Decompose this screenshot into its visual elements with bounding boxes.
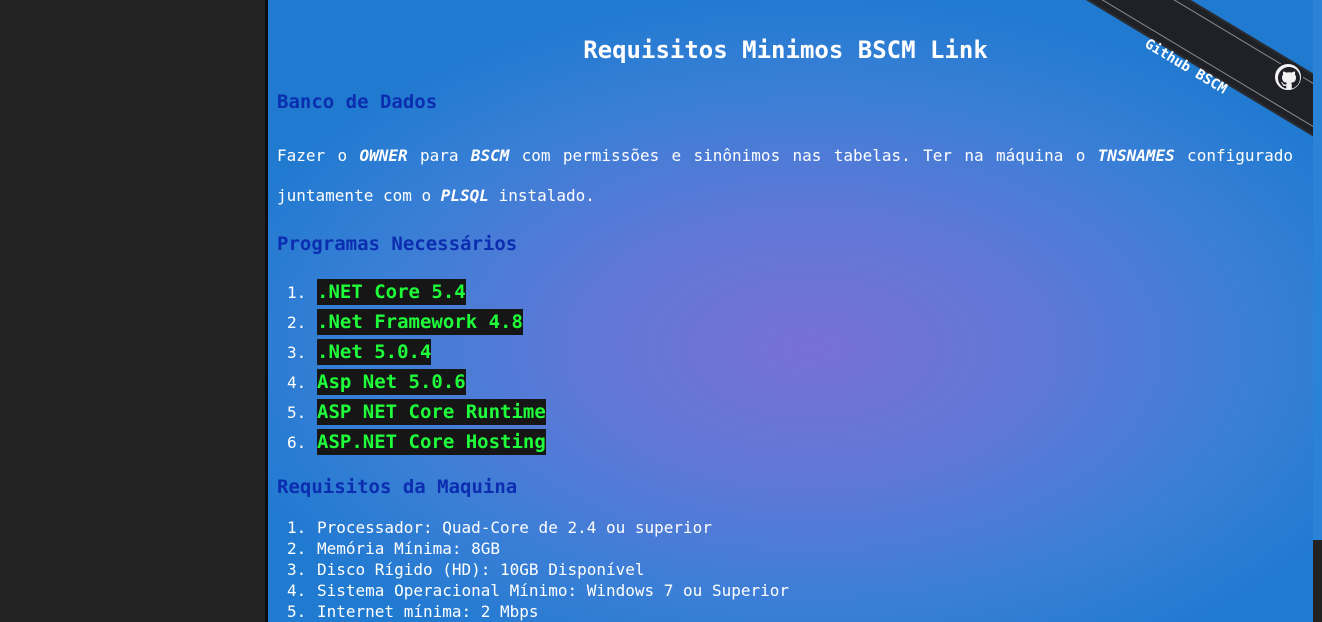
list-item: 5. Internet mínima: 2 Mbps: [277, 601, 789, 622]
item-number: 5.: [287, 402, 307, 422]
programs-list: 1. .NET Core 5.4 2. .Net Framework 4.8 3..…: [277, 277, 546, 457]
list-item: 2. .Net Framework 4.8: [277, 307, 546, 337]
item-number: 3.: [287, 560, 307, 579]
para-text: para: [407, 146, 471, 165]
page-title: Requisitos Minimos BSCM Link: [583, 36, 988, 64]
list-item: 1. Processador: Quad-Core de 2.4 ou super…: [277, 517, 789, 538]
list-item: 4. Sistema Operacional Mínimo: Windows 7 …: [277, 580, 789, 601]
program-label: .NET Core 5.4: [317, 279, 466, 305]
requirement-label: Internet mínima: 2 Mbps: [317, 602, 539, 621]
requirement-label: Disco Rígido (HD): 10GB Disponível: [317, 560, 645, 579]
plsql-term: PLSQL: [440, 186, 489, 205]
program-label: ASP NET Core Runtime: [317, 399, 546, 425]
bscm-term: BSCM: [470, 146, 510, 165]
item-number: 3.: [287, 342, 307, 362]
github-icon[interactable]: [1273, 62, 1303, 92]
list-item: 5. ASP NET Core Runtime: [277, 397, 546, 427]
para-text: instalado.: [488, 186, 595, 205]
program-label: .Net 5.0.4: [317, 339, 432, 365]
program-label: .Net Framework 4.8: [317, 309, 523, 335]
requirement-label: Sistema Operacional Mínimo: Windows 7 ou…: [317, 581, 790, 600]
para-text: Fazer o: [277, 146, 360, 165]
database-paragraph: Fazer o OWNER para BSCM com permissões e…: [277, 136, 1293, 216]
item-number: 2.: [287, 312, 307, 332]
programs-heading: Programas Necessários: [277, 233, 518, 255]
tnsnames-term: TNSNAMES: [1097, 146, 1175, 165]
owner-term: OWNER: [359, 146, 408, 165]
program-label: Asp Net 5.0.6: [317, 369, 466, 395]
item-number: 4.: [287, 581, 307, 600]
item-number: 6.: [287, 432, 307, 452]
item-number: 2.: [287, 539, 307, 558]
list-item: 6. ASP.NET Core Hosting: [277, 427, 546, 457]
scrollbar-track: [1313, 540, 1322, 622]
scrollbar[interactable]: [1313, 0, 1322, 622]
list-item: 4. Asp Net 5.0.6: [277, 367, 546, 397]
database-heading: Banco de Dados: [277, 91, 438, 113]
scrollbar-thumb[interactable]: [1313, 0, 1322, 540]
machine-heading: Requisitos da Maquina: [277, 476, 518, 498]
machine-requirements-list: 1. Processador: Quad-Core de 2.4 ou super…: [277, 517, 789, 622]
para-text: com permissões e sinônimos nas tabelas. …: [509, 146, 1098, 165]
item-number: 1.: [287, 282, 307, 302]
item-number: 5.: [287, 602, 307, 621]
list-item: 3. Disco Rígido (HD): 10GB Disponível: [277, 559, 789, 580]
requirement-label: Memória Mínima: 8GB: [317, 539, 501, 558]
item-number: 1.: [287, 518, 307, 537]
program-label: ASP.NET Core Hosting: [317, 429, 546, 455]
left-panel: [0, 0, 265, 622]
list-item: 2. Memória Mínima: 8GB: [277, 538, 789, 559]
list-item: 3. .Net 5.0.4: [277, 337, 546, 367]
item-number: 4.: [287, 372, 307, 392]
list-item: 1. .NET Core 5.4: [277, 277, 546, 307]
requirement-label: Processador: Quad-Core de 2.4 ou superio…: [317, 518, 712, 537]
